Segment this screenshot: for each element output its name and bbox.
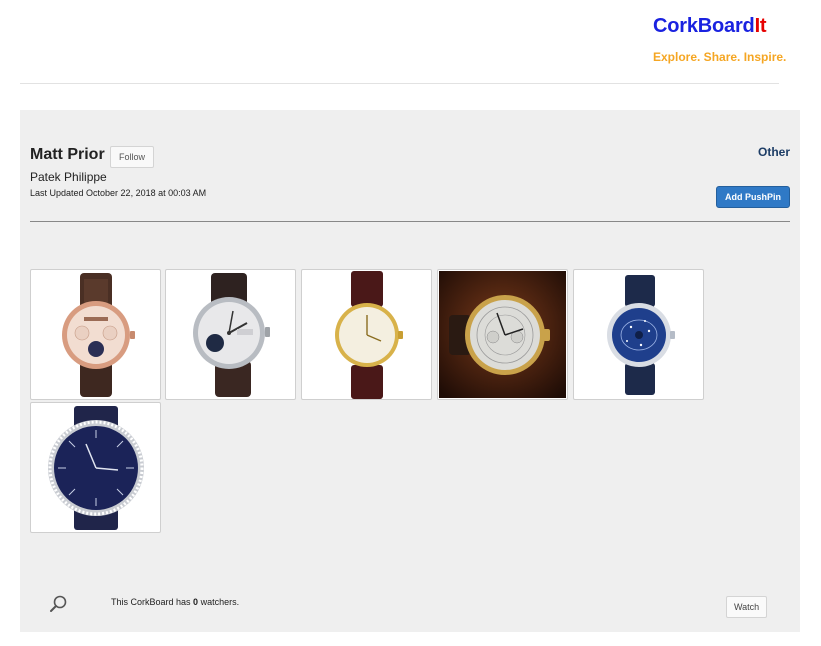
pushpin-thumbnail[interactable] [573,269,704,400]
blue-diamond-bezel-watch-icon [47,405,144,530]
watchers-prefix: This CorkBoard has [111,597,194,607]
rose-gold-perpetual-calendar-watch-icon [61,272,135,397]
header-divider [20,83,779,84]
corkboard-panel: Matt Prior Follow Other Patek Philippe L… [20,110,800,632]
board-divider [30,221,790,222]
white-gold-annual-calendar-watch-icon [192,272,270,397]
pushpin-thumbnail[interactable] [165,269,296,400]
blue-celestial-watch-icon [606,274,675,395]
pushpin-thumbnail[interactable] [30,402,161,533]
pushpin-thumbnail[interactable] [301,269,432,400]
watchers-suffix: watchers. [198,597,240,607]
board-owner-name[interactable]: Matt Prior [30,146,105,164]
logo-text-main: CorkBoard [653,15,755,37]
watchers-text: This CorkBoard has 0 watchers. [111,597,239,607]
board-title: Patek Philippe [30,170,107,184]
pushpin-thumbnail[interactable] [437,269,568,400]
follow-button[interactable]: Follow [110,146,155,168]
corkboardit-logo[interactable]: CorkBoardIt [653,15,767,38]
pushpin-thumbnail[interactable] [30,269,161,400]
gold-chronograph-watch-icon [439,271,566,398]
tagline: Explore. Share. Inspire. [653,50,787,64]
yellow-gold-calatrava-watch-icon [334,270,403,399]
search-icon[interactable] [48,594,68,614]
watch-button[interactable]: Watch [726,596,768,618]
board-category: Other [757,145,790,159]
add-pushpin-button[interactable]: Add PushPin [716,186,790,208]
last-updated: Last Updated October 22, 2018 at 00:03 A… [30,188,207,198]
logo-text-accent: It [754,15,767,37]
